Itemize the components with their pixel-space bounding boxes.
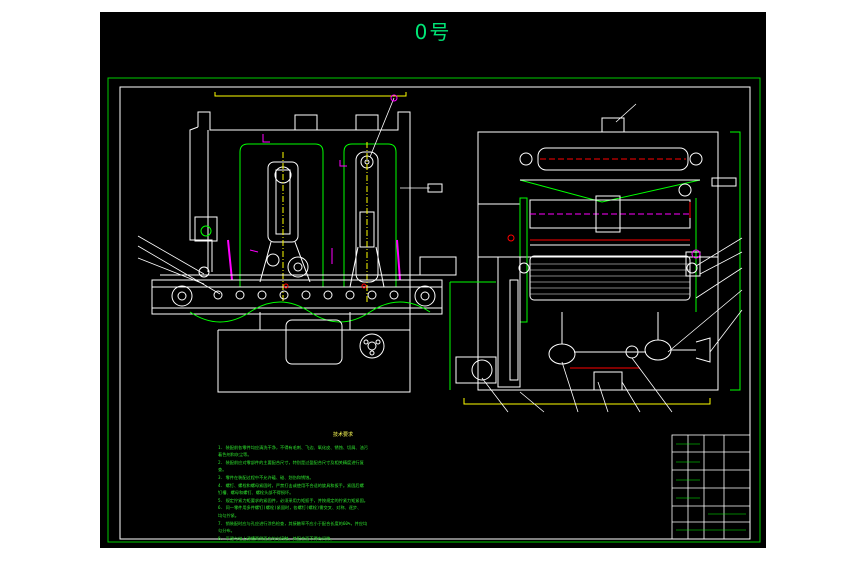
inspection-window	[285, 319, 343, 365]
note-line: 2. 装配前应对零部件的主要配合尺寸，特别是过盈配合尺寸及相关精度进行复	[218, 459, 364, 465]
note-line: 6. 同一零件用多件螺钉(螺栓)紧固时，各螺钉(螺栓)需交叉、对称、逐步、	[218, 505, 362, 511]
front-view	[137, 92, 457, 393]
drive-motor	[455, 356, 497, 384]
note-line: 3. 零件在装配过程中不允许磕、碰、划伤和锈蚀。	[218, 474, 314, 480]
front-dimension-line	[214, 92, 407, 97]
handwheel	[359, 333, 385, 359]
note-line: 5. 规定拧紧力矩要求的紧固件，必须采用力矩扳手，并按规定的拧紧力矩紧固。	[218, 497, 368, 503]
lower-drum	[529, 255, 691, 301]
side-housing	[477, 131, 719, 391]
notes-heading: 技术要求	[332, 432, 353, 438]
title-block	[671, 434, 751, 540]
note-line: 4. 螺钉、螺栓和螺母紧固时，严禁打击或使用不合适的旋具和扳手。紧固后螺	[218, 482, 364, 488]
note-line: 1. 装配前各零件均应清洗干净，不得有毛刺、飞边、氧化皮、锈蚀、切屑、油污	[218, 444, 368, 450]
note-line: 均匀拧紧。	[218, 512, 239, 518]
note-line: 匀分布。	[218, 528, 235, 534]
note-line: 7. 销装配时应与孔应进行涂色检查，其接触率不应小于配合长度的60%，并应均	[218, 520, 368, 526]
note-line: 钉槽、螺母和螺钉、螺栓头部不得损坏。	[218, 490, 294, 496]
note-line: 着色剂和灰尘等。	[218, 452, 252, 458]
side-view	[449, 103, 743, 413]
gearbox-right	[644, 339, 672, 361]
belt-housing-left	[239, 143, 324, 288]
belt-housing-right	[343, 143, 397, 288]
note-line: 查。	[218, 467, 227, 473]
technical-requirements: 技术要求 1. 装配前各零件均应清洗干净，不得有毛刺、飞边、氧化皮、锈蚀、切屑、…	[218, 432, 468, 542]
gearbox-left	[548, 343, 576, 365]
conveyor-bed	[151, 279, 443, 315]
cad-drawing-viewport: 0号 技术要求 1. 装配前各零件均应清洗干净，不得有毛刺、飞边、氧化皮、锈蚀、…	[100, 12, 766, 548]
note-line: 8. 平键与轴上键槽两侧面应均匀接触，其配合面不得有间隙。	[218, 535, 335, 541]
